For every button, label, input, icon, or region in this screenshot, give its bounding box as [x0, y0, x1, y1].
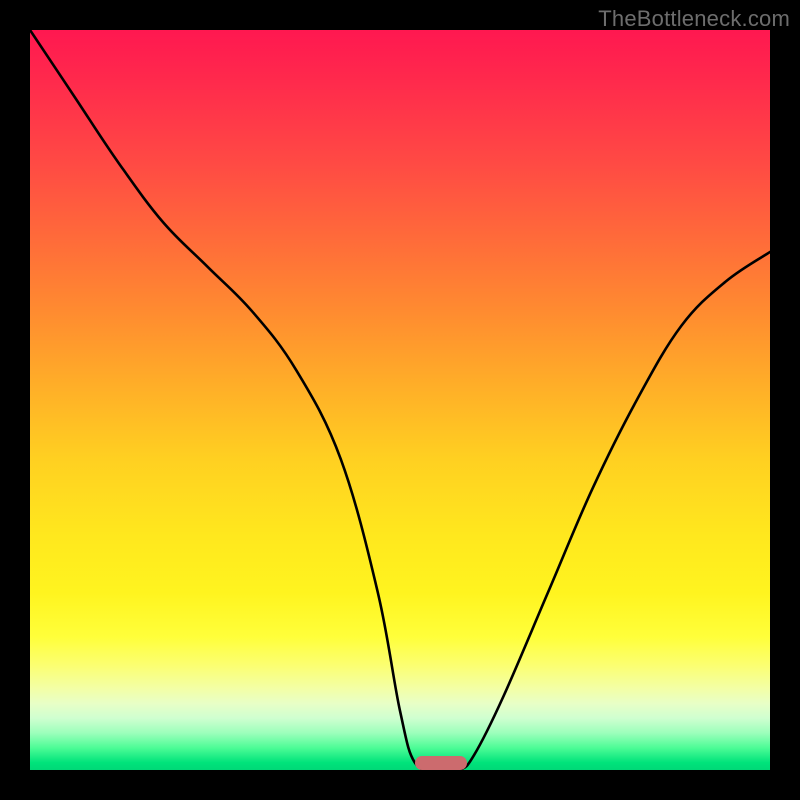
- optimal-range-marker: [415, 756, 467, 770]
- chart-frame: TheBottleneck.com: [0, 0, 800, 800]
- bottleneck-curve: [30, 30, 770, 770]
- watermark-text: TheBottleneck.com: [598, 6, 790, 32]
- plot-area: [30, 30, 770, 770]
